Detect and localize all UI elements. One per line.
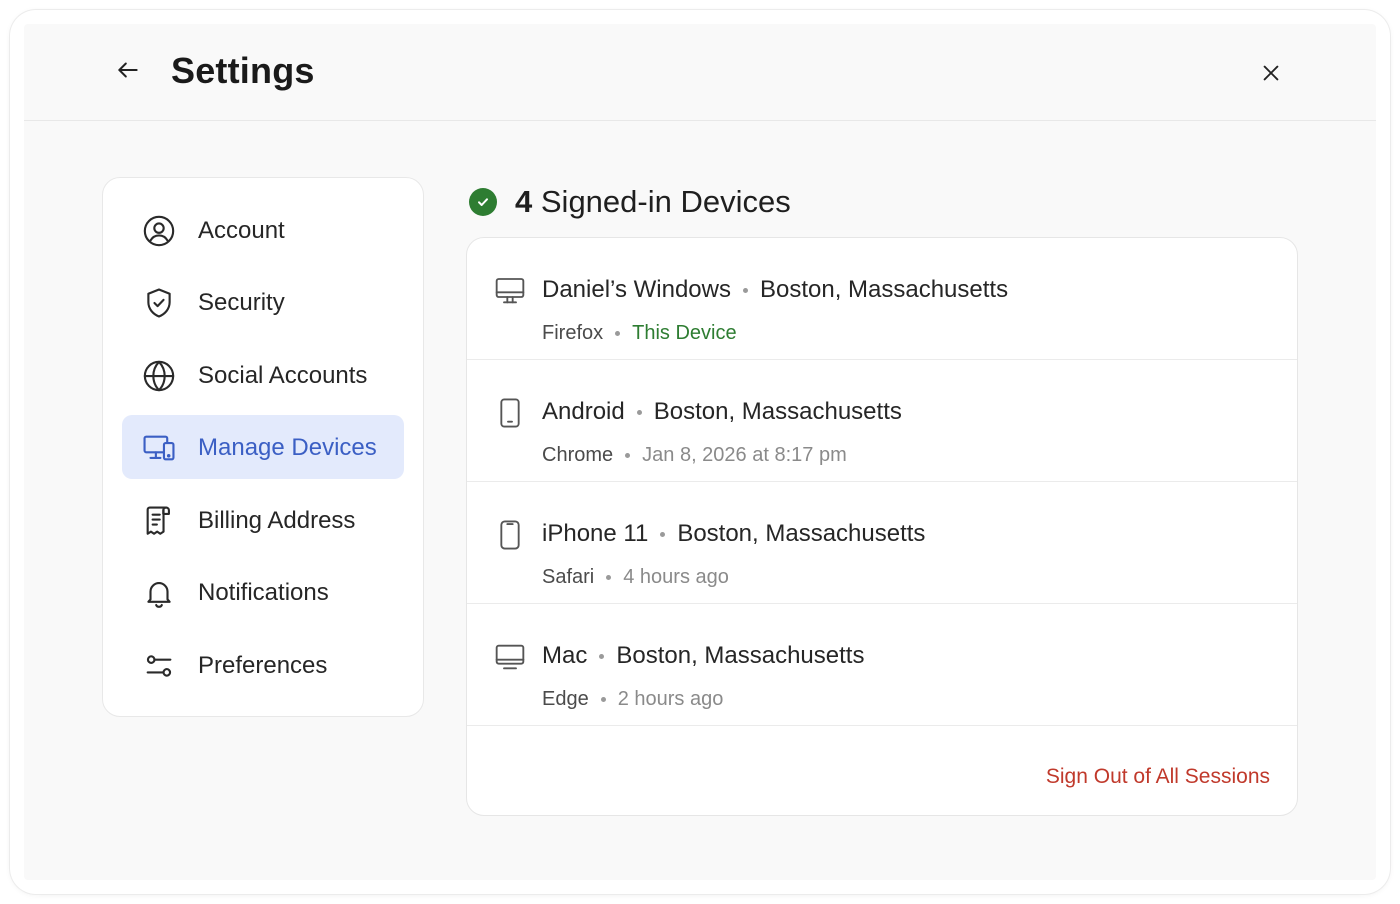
device-browser: Safari xyxy=(542,566,595,588)
device-location: Boston, Massachusetts xyxy=(616,642,865,669)
sliders-icon xyxy=(142,649,176,683)
devices-heading: 4 Signed-in Devices xyxy=(469,182,791,222)
sidebar-item-social-accounts[interactable]: Social Accounts xyxy=(122,343,404,407)
separator-dot xyxy=(742,287,748,293)
sidebar-item-security[interactable]: Security xyxy=(122,270,404,334)
user-circle-icon xyxy=(142,214,176,248)
sidebar-item-label: Manage Devices xyxy=(198,434,377,461)
device-name: Mac xyxy=(542,642,588,669)
device-location: Boston, Massachusetts xyxy=(677,520,926,547)
device-title: Android Boston, Massachusetts xyxy=(542,398,902,426)
phone-icon xyxy=(493,396,527,430)
device-browser: Chrome xyxy=(542,444,614,466)
close-button[interactable] xyxy=(1257,59,1285,87)
arrow-left-icon xyxy=(115,57,141,83)
close-icon xyxy=(1260,62,1282,84)
device-details: Chrome Jan 8, 2026 at 8:17 pm xyxy=(542,444,847,467)
settings-panel: Settings Account Security Social Account… xyxy=(24,24,1376,880)
device-count: 4 xyxy=(515,184,533,219)
sidebar-item-manage-devices[interactable]: Manage Devices xyxy=(122,415,404,479)
device-details: Firefox This Device xyxy=(542,322,737,345)
device-location: Boston, Massachusetts xyxy=(759,276,1009,303)
laptop-icon xyxy=(493,640,527,674)
receipt-icon xyxy=(142,504,176,538)
device-title: Mac Boston, Massachusetts xyxy=(542,642,864,670)
device-title: iPhone 11 Boston, Massachusetts xyxy=(542,520,925,548)
device-browser: Edge xyxy=(542,688,589,710)
device-location: Boston, Massachusetts xyxy=(653,398,902,425)
last-active: 4 hours ago xyxy=(623,566,729,588)
globe-icon xyxy=(142,359,176,393)
section-title-text: Signed-in Devices xyxy=(540,184,791,219)
back-button[interactable] xyxy=(114,56,142,84)
sign-out-all-sessions-button[interactable]: Sign Out of All Sessions xyxy=(1046,765,1270,789)
sidebar-item-account[interactable]: Account xyxy=(122,198,404,262)
devices-card: Daniel’s Windows Boston, Massachusetts F… xyxy=(466,237,1298,816)
desktop-icon xyxy=(493,274,527,308)
separator-dot xyxy=(600,697,606,702)
sidebar-item-label: Billing Address xyxy=(198,507,356,534)
device-details: Safari 4 hours ago xyxy=(542,566,729,589)
last-active: 2 hours ago xyxy=(617,688,724,710)
iphone-icon xyxy=(493,518,527,552)
separator-dot xyxy=(606,575,612,580)
separator-dot xyxy=(599,653,605,659)
device-details: Edge 2 hours ago xyxy=(542,688,723,711)
device-row: Android Boston, Massachusetts Chrome Jan… xyxy=(467,360,1297,482)
device-name: Android xyxy=(542,398,625,425)
separator-dot xyxy=(615,331,621,336)
sidebar-item-label: Social Accounts xyxy=(198,362,368,389)
sidebar-item-preferences[interactable]: Preferences xyxy=(122,633,404,697)
last-active: Jan 8, 2026 at 8:17 pm xyxy=(642,444,847,466)
header: Settings xyxy=(24,24,1376,121)
this-device-label: This Device xyxy=(632,322,737,344)
separator-dot xyxy=(625,453,631,458)
device-row: Mac Boston, Massachusetts Edge 2 hours a… xyxy=(467,604,1297,726)
sidebar-item-billing-address[interactable]: Billing Address xyxy=(122,488,404,552)
separator-dot xyxy=(660,531,666,537)
device-name: Daniel’s Windows xyxy=(542,276,731,303)
sidebar-item-label: Preferences xyxy=(198,652,328,679)
device-name: iPhone 11 xyxy=(542,520,649,547)
settings-sidebar: Account Security Social Accounts Manage … xyxy=(102,177,424,717)
bell-icon xyxy=(142,576,176,610)
separator-dot xyxy=(636,409,642,415)
device-title: Daniel’s Windows Boston, Massachusetts xyxy=(542,276,1008,304)
check-circle-icon xyxy=(469,188,497,216)
shield-check-icon xyxy=(142,286,176,320)
device-browser: Firefox xyxy=(542,322,604,344)
settings-window: Settings Account Security Social Account… xyxy=(10,10,1390,894)
sidebar-item-label: Security xyxy=(198,289,285,316)
sidebar-item-notifications[interactable]: Notifications xyxy=(122,560,404,624)
page-title: Settings xyxy=(171,50,315,91)
device-row: iPhone 11 Boston, Massachusetts Safari 4… xyxy=(467,482,1297,604)
device-row: Daniel’s Windows Boston, Massachusetts F… xyxy=(467,238,1297,360)
sidebar-item-label: Account xyxy=(198,217,285,244)
sidebar-item-label: Notifications xyxy=(198,579,329,606)
devices-icon xyxy=(142,431,176,465)
section-title: 4 Signed-in Devices xyxy=(515,184,791,220)
